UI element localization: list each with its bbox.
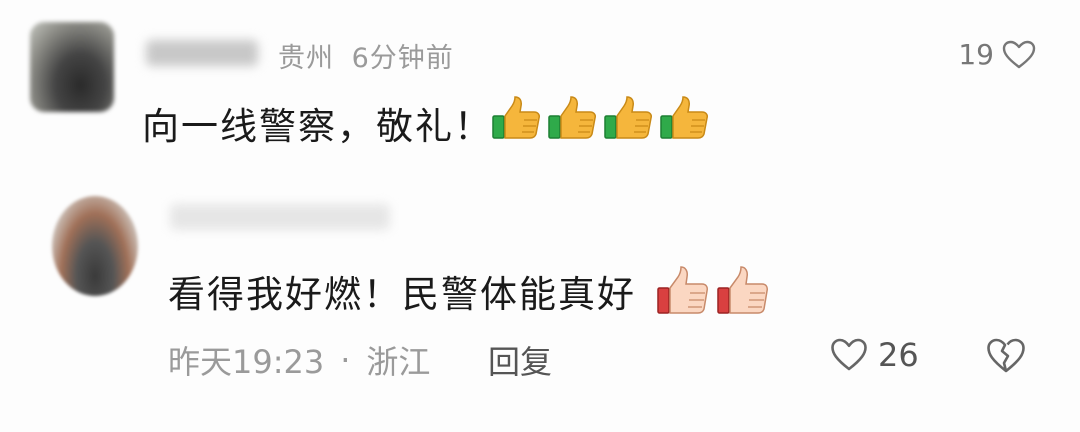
thumbs-up-icon: [548, 96, 596, 139]
thumbs-up-icon: [717, 266, 768, 314]
comment-section: 贵州 6分钟前 19 向一线警察，敬礼！ 看得我好燃！民警体能真好 昨天19:2…: [0, 0, 1080, 432]
thumbs-up-icon: [492, 96, 540, 139]
heart-icon: [831, 338, 867, 371]
broken-heart-icon: [987, 338, 1025, 373]
comment-time: 6分钟前: [351, 43, 454, 74]
username-redacted[interactable]: [170, 204, 390, 230]
comment-location: 贵州: [278, 43, 334, 74]
heart-icon: [1002, 40, 1036, 68]
like-button[interactable]: 26: [830, 336, 919, 374]
avatar[interactable]: [30, 22, 114, 112]
comment-text: 看得我好燃！民警体能真好: [168, 273, 636, 316]
emoji-group: [655, 264, 771, 318]
avatar[interactable]: [52, 196, 138, 296]
like-count: 19: [958, 38, 994, 71]
comment-time: 昨天19:23: [168, 343, 325, 381]
like-button[interactable]: 19: [958, 38, 1036, 71]
dislike-button[interactable]: [986, 338, 1026, 378]
thumbs-up-icon: [660, 96, 708, 139]
meta-separator: ·: [340, 341, 351, 379]
thumbs-up-icon: [604, 96, 652, 139]
emoji-group: [490, 94, 710, 142]
thumbs-up-icon: [657, 266, 708, 314]
comment-meta: 贵州 6分钟前: [278, 36, 462, 75]
like-count: 26: [878, 336, 919, 374]
username-redacted[interactable]: [146, 40, 258, 66]
comment-meta: 昨天19:23 · 浙江: [168, 337, 430, 383]
reply-button[interactable]: 回复: [488, 337, 552, 383]
comment-location: 浙江: [366, 343, 431, 381]
comment-text: 向一线警察，敬礼！: [142, 105, 493, 148]
